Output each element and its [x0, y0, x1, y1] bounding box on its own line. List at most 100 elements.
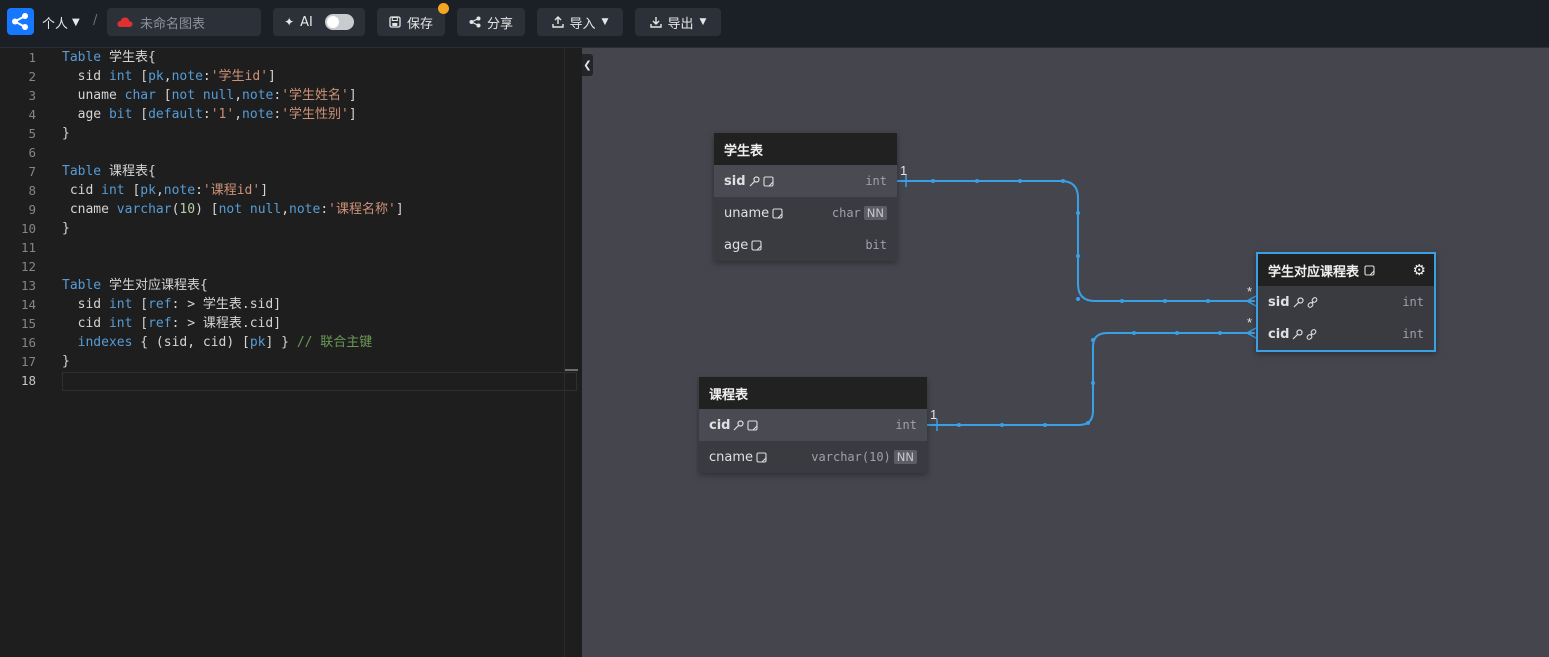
gear-icon[interactable]: ⚙ — [1413, 261, 1426, 279]
field-type: int — [1402, 327, 1424, 341]
relation-many-label: * — [1247, 284, 1253, 299]
share-nodes-icon — [12, 13, 28, 30]
line-number: 13 — [20, 278, 36, 293]
note-icon — [772, 207, 783, 219]
diagram-canvas[interactable]: ❮ 1 1 * * 学生表 sid int uname char NN age … — [582, 48, 1549, 657]
table-header[interactable]: 学生表 — [714, 133, 897, 165]
code-token: : — [320, 202, 329, 217]
save-button[interactable]: 保存 — [377, 8, 445, 36]
table-field-row[interactable]: age bit — [714, 229, 897, 261]
code-line[interactable]: Table 学生表{ — [62, 48, 156, 67]
field-name: cid — [709, 417, 731, 433]
code-line[interactable]: cid int [ref: > 课程表.cid] — [62, 314, 281, 333]
code-token: pk — [140, 183, 156, 198]
field-name: cid — [1268, 326, 1290, 342]
code-token: cid — [62, 183, 102, 198]
table-field-row[interactable]: uname char NN — [714, 197, 897, 229]
code-line[interactable]: } — [62, 352, 70, 371]
code-line[interactable]: Table 课程表{ — [62, 162, 156, 181]
code-token: ] } — [265, 335, 297, 350]
code-token: , — [155, 183, 164, 198]
key-icon — [1293, 328, 1304, 339]
code-token: 学生表{ — [101, 50, 156, 65]
code-token: [ — [132, 297, 149, 312]
table-field-row[interactable]: cname varchar(10) NN — [699, 441, 927, 473]
code-line[interactable]: sid int [pk,note:'学生id'] — [62, 67, 276, 86]
code-token: } — [62, 221, 70, 236]
ai-toggle-button[interactable]: ✦ AI — [273, 8, 365, 36]
cloud-icon — [117, 17, 133, 27]
code-token: ] — [395, 202, 404, 217]
chevron-down-icon: ▼ — [699, 17, 707, 27]
table-field-row[interactable]: cid int — [699, 409, 927, 441]
table-students[interactable]: 学生表 sid int uname char NN age bit — [714, 133, 897, 261]
relation-one-label: 1 — [900, 163, 908, 178]
code-token: '学生id' — [210, 69, 269, 84]
table-title: 学生表 — [724, 143, 764, 159]
table-student-courses[interactable]: 学生对应课程表 ⚙ sid int cid int — [1256, 252, 1436, 352]
code-token: ref — [148, 316, 172, 331]
field-name: uname — [724, 205, 770, 221]
code-line[interactable]: indexes { (sid, cid) [pk] } // 联合主键 — [62, 333, 373, 352]
field-type: char — [831, 206, 861, 220]
code-token: } — [62, 126, 70, 141]
code-token: not null — [218, 202, 282, 217]
editor-scroll-marker — [565, 369, 578, 371]
code-line[interactable]: cid int [pk,note:'课程id'] — [62, 181, 268, 200]
code-line[interactable]: } — [62, 219, 70, 238]
save-label: 保存 — [406, 16, 433, 32]
code-token: not null — [171, 88, 235, 103]
code-line[interactable]: Table 学生对应课程表{ — [62, 276, 208, 295]
code-token: ) [ — [195, 202, 219, 217]
code-token: [ — [132, 107, 149, 122]
code-token: , — [163, 69, 172, 84]
code-token: : — [273, 107, 282, 122]
code-token: , — [234, 107, 243, 122]
table-field-row[interactable]: sid int — [714, 165, 897, 197]
code-token: { (sid, cid) [ — [132, 335, 250, 350]
line-number: 6 — [28, 145, 36, 160]
share-icon — [469, 16, 481, 28]
field-type: bit — [865, 238, 887, 252]
code-token: // 联合主键 — [296, 335, 373, 350]
key-icon — [734, 419, 745, 430]
note-icon — [756, 451, 767, 463]
editor-scrollbar-track[interactable] — [564, 48, 565, 657]
code-token: '课程id' — [202, 183, 261, 198]
ai-switch[interactable] — [324, 14, 354, 30]
share-button[interactable]: 分享 — [457, 8, 525, 36]
note-icon — [1364, 264, 1375, 276]
code-token: : > 课程表.cid] — [171, 316, 282, 331]
code-editor[interactable]: 1 2 3 4 5 6 7 8 9 10 11 12 13 14 15 16 1… — [0, 48, 582, 657]
code-token: Table — [62, 50, 102, 65]
not-null-badge: NN — [863, 206, 887, 220]
code-line[interactable]: cname varchar(10) [not null,note:'课程名称'] — [62, 200, 404, 219]
import-button[interactable]: 导入 ▼ — [537, 8, 623, 36]
app-logo[interactable] — [7, 8, 34, 35]
save-icon — [389, 16, 401, 28]
code-line[interactable]: } — [62, 124, 70, 143]
link-icon — [1307, 296, 1317, 308]
chevron-down-icon: ▼ — [601, 17, 609, 27]
export-button[interactable]: 导出 ▼ — [635, 8, 721, 36]
code-token: age — [62, 107, 109, 122]
ai-label: AI — [300, 14, 313, 30]
code-line[interactable]: uname char [not null,note:'学生姓名'] — [62, 86, 357, 105]
not-null-badge: NN — [893, 450, 917, 464]
code-line[interactable]: sid int [ref: > 学生表.sid] — [62, 295, 281, 314]
code-token: pk — [148, 69, 164, 84]
table-field-row[interactable]: sid int — [1258, 286, 1434, 318]
workspace-selector[interactable]: 个人 ▼ — [42, 13, 80, 32]
table-header[interactable]: 课程表 — [699, 377, 927, 409]
code-token: int — [108, 316, 133, 331]
code-token: note — [163, 183, 196, 198]
table-field-row[interactable]: cid int — [1258, 318, 1434, 350]
line-number: 3 — [28, 88, 36, 103]
table-courses[interactable]: 课程表 cid int cname varchar(10) NN — [699, 377, 927, 473]
line-number: 14 — [20, 297, 36, 312]
diagram-title-input[interactable]: 未命名图表 — [107, 8, 261, 36]
line-number: 16 — [20, 335, 36, 350]
table-header[interactable]: 学生对应课程表 ⚙ — [1258, 254, 1434, 286]
code-line[interactable]: age bit [default:'1',note:'学生性别'] — [62, 105, 357, 124]
